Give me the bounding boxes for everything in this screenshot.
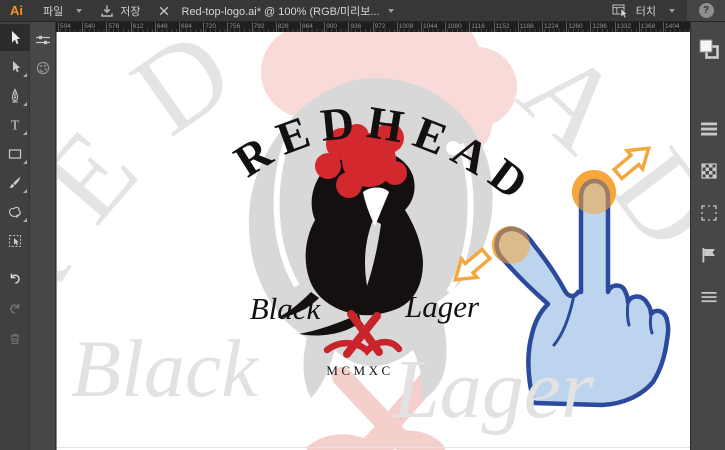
artboard-canvas[interactable]: REDHEAD Black [56,32,690,450]
tools-panel: T [0,22,30,450]
subtool-indicator [23,189,27,193]
svg-text:T: T [11,118,20,133]
secondary-tools-panel [30,22,56,450]
ruler-tick-label: 612 [130,22,144,32]
save-label: 저장 [120,5,141,18]
artboard-panel-icon[interactable] [691,198,725,228]
zoom-out-arrows [452,146,652,282]
file-menu[interactable]: 파일 [43,3,63,19]
logo-word-black: Black [250,291,322,326]
subtool-indicator [23,160,27,164]
tool-rectangle[interactable] [0,140,30,167]
ruler-tick-label: 684 [179,22,192,32]
ruler-tick-label: 720 [203,22,217,32]
ruler-tick-label: 792 [251,22,265,32]
color-panel-icon[interactable] [30,56,56,80]
ruler-tick-label: 900 [324,22,338,32]
undo-button[interactable] [0,265,30,292]
arrow-down-left [452,246,493,282]
document-caret-icon[interactable] [387,8,394,13]
transparency-panel-icon[interactable] [691,156,725,186]
ruler-tick-label: 1296 [590,22,607,32]
close-document-icon[interactable] [159,6,169,16]
fill-stroke-indicator[interactable] [691,34,725,64]
ruler-tick-label: 1332 [614,22,632,32]
ruler-tick-label: 936 [348,22,362,32]
file-menu-caret-icon[interactable] [76,8,83,13]
save-button[interactable]: 저장 [100,3,141,19]
workspace-caret-icon[interactable] [669,8,675,13]
stroke-panel-icon[interactable] [691,114,725,144]
libraries-icon[interactable] [691,240,725,270]
ruler-tick-label: 1080 [445,22,462,32]
ruler-tick-label: 1368 [638,22,656,32]
tool-direct-selection[interactable] [0,53,30,80]
arrow-up-right [611,146,652,182]
watermark-word-lager: Lager [393,343,594,436]
ruler-tick-label: 1404 [662,22,680,32]
help-button[interactable]: ? [698,3,714,18]
ruler-tick-label: 540 [82,22,96,32]
tool-type[interactable]: T [0,111,30,138]
tool-selection[interactable] [0,24,30,51]
ruler-tick-label: 1260 [566,22,583,32]
tool-paintbrush[interactable] [0,169,30,196]
illustrator-window: Ai 파일 저장 Red-top-logo.ai* @ 100% (RGB/미리… [0,0,725,450]
workspace-switcher-icon[interactable] [612,3,629,19]
save-icon [100,4,114,18]
ruler-tick-label: 1224 [541,22,559,32]
ruler[interactable]: 504 540 576 612 648 684 720 756 792 828 864 900 936 9… [56,22,690,32]
artboard-edge [57,447,690,448]
subtool-indicator [23,73,27,77]
ruler-tick-label: 1008 [396,22,414,32]
subtool-indicator [23,218,27,222]
titlebar: Ai 파일 저장 Red-top-logo.ai* @ 100% (RGB/미리… [0,0,725,22]
touch-ring-thumb-overlay [492,226,530,264]
subtool-indicator [23,102,27,106]
document-title-tab[interactable]: Red-top-logo.ai* @ 100% (RGB/미리보... [182,3,380,19]
ruler-tick-label: 648 [154,22,168,32]
redo-button[interactable] [0,295,30,322]
ruler-tick-label: 1116 [469,22,485,32]
tool-free-transform[interactable] [0,227,30,254]
logo-year: MCMXC [326,363,393,378]
touch-ring-index-overlay [572,170,616,214]
ruler-tick-label: 756 [227,22,241,32]
subtool-indicator [23,131,27,135]
ruler-tick-label: 1152 [493,22,510,32]
help-zone: ? [687,0,725,21]
ruler-tick-label: 972 [372,22,386,32]
ruler-tick-label: 576 [106,22,120,32]
panel-menu-icon[interactable] [691,282,725,312]
tool-options-button[interactable] [30,28,56,52]
panel-strip [690,22,725,450]
ruler-tick-label: 828 [275,22,289,32]
ruler-tick-label: 504 [58,22,71,32]
tool-pen[interactable] [0,82,30,109]
delete-button[interactable] [0,325,30,352]
ruler-tick-label: 1188 [517,22,534,32]
ruler-tick-label: 864 [300,22,313,32]
ruler-tick-label: 1044 [420,22,438,32]
app-logo: Ai [10,3,23,18]
workspace-label[interactable]: 터치 [636,3,656,19]
tool-shaper[interactable] [0,198,30,225]
